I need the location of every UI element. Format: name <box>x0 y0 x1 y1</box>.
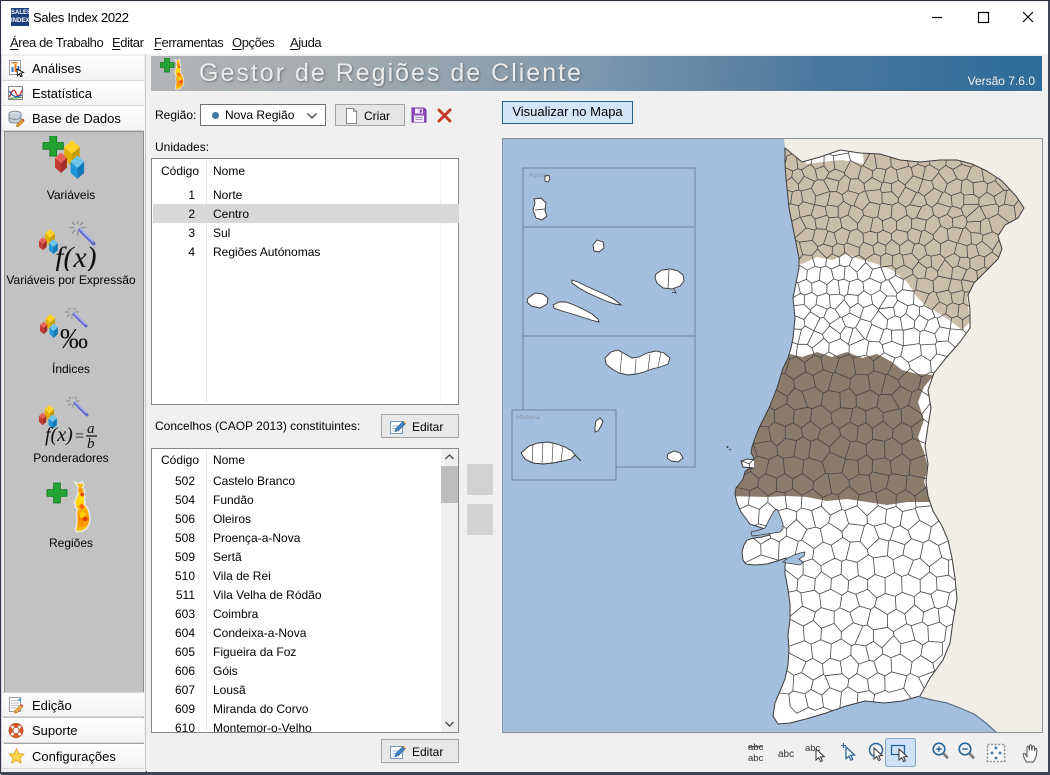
svg-text:a: a <box>87 421 95 437</box>
svg-text:f(x): f(x) <box>45 424 73 446</box>
svg-text:‰: ‰ <box>60 324 88 354</box>
svg-text:f(x): f(x) <box>55 241 97 271</box>
svg-text:b: b <box>87 436 95 449</box>
svg-text:abc: abc <box>748 742 764 753</box>
svg-text:Madeira: Madeira <box>516 414 540 421</box>
svg-text:abc: abc <box>748 753 764 764</box>
svg-text:=: = <box>75 428 84 445</box>
svg-text:abc: abc <box>778 749 794 760</box>
